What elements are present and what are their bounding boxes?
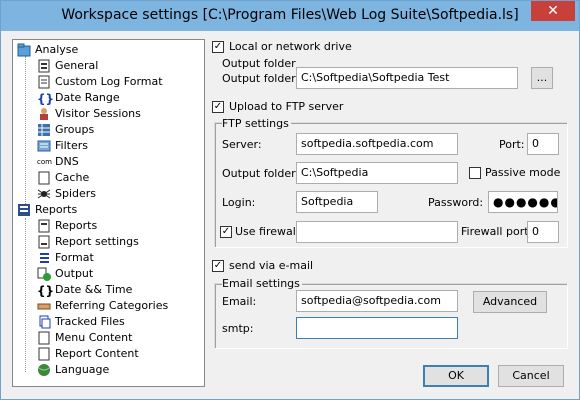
ftp-label: Upload to FTP server bbox=[229, 100, 344, 113]
tree-item-custom-log-format[interactable]: Custom Log Format bbox=[37, 74, 163, 90]
tree-item-referring-categories[interactable]: Referring Categories bbox=[37, 298, 168, 314]
tree-node-reports[interactable]: Reports bbox=[17, 202, 77, 218]
settings-tree: Analyse General Custom Log Format {}Date… bbox=[12, 39, 205, 387]
ftp-settings-label: FTP settings bbox=[222, 117, 291, 131]
tree-item-dns[interactable]: com DNS bbox=[37, 154, 79, 170]
smtp-input[interactable] bbox=[296, 317, 458, 339]
title-bar: Workspace settings [C:\Program Files\Web… bbox=[1, 1, 579, 31]
local-drive-label: Local or network drive bbox=[229, 40, 352, 53]
password-input[interactable]: ●●●●●●● bbox=[488, 191, 558, 213]
tree-item-cache[interactable]: Cache bbox=[37, 170, 89, 186]
firewall-port-input[interactable]: 0 bbox=[527, 221, 559, 243]
filter-icon bbox=[37, 139, 51, 153]
close-button[interactable]: ✕ bbox=[531, 1, 575, 21]
page-icon bbox=[37, 347, 51, 361]
files-icon bbox=[37, 315, 51, 329]
ftp-checkbox[interactable]: ✓ bbox=[212, 101, 224, 113]
use-firewall-label: Use firewall bbox=[235, 225, 299, 238]
list-icon bbox=[37, 251, 51, 265]
login-label: Login: bbox=[222, 196, 256, 209]
analyse-folder-icon bbox=[17, 43, 31, 57]
ftp-output-folder-input[interactable]: C:\Softpedia bbox=[296, 162, 458, 184]
braces-icon: {} bbox=[37, 92, 55, 106]
window-title: Workspace settings [C:\Program Files\Web… bbox=[61, 7, 519, 23]
port-label: Port: bbox=[499, 138, 525, 151]
password-label: Password: bbox=[428, 196, 484, 209]
braces-icon: {} bbox=[37, 284, 55, 298]
passive-mode-label: Passive mode bbox=[485, 166, 561, 179]
settings-window: Workspace settings [C:\Program Files\Web… bbox=[0, 0, 580, 400]
output-folder-group-label: Output folder bbox=[222, 57, 296, 70]
email-input[interactable]: softpedia@softpedia.com bbox=[296, 290, 458, 312]
tree-item-visitor-sessions[interactable]: Visitor Sessions bbox=[37, 106, 141, 122]
tree-item-language[interactable]: Language bbox=[37, 362, 109, 378]
spider-icon bbox=[37, 187, 51, 201]
output-folder-input[interactable]: C:\Softpedia\Softpedia Test bbox=[296, 67, 518, 89]
globe-icon bbox=[37, 363, 51, 377]
settings-page-icon bbox=[37, 219, 51, 233]
email-checkbox-label: send via e-mail bbox=[229, 259, 314, 272]
email-label: Email: bbox=[222, 295, 257, 308]
server-input[interactable]: softpedia.softpedia.com bbox=[296, 133, 458, 155]
tree-item-menu-content[interactable]: Menu Content bbox=[37, 330, 132, 346]
tree-item-spiders[interactable]: Spiders bbox=[37, 186, 96, 202]
firewall-port-label: Firewall port: bbox=[461, 225, 533, 238]
document-icon bbox=[37, 75, 51, 89]
smtp-label: smtp: bbox=[222, 322, 254, 335]
use-firewall-checkbox[interactable]: ✓ bbox=[220, 226, 232, 238]
page-icon bbox=[37, 331, 51, 345]
cancel-button[interactable]: Cancel bbox=[498, 365, 564, 387]
reports-icon bbox=[17, 203, 31, 217]
output-folder-label: Output folder: bbox=[222, 72, 300, 85]
tree-item-reports[interactable]: Reports bbox=[37, 218, 97, 234]
tree-item-report-content[interactable]: Report Content bbox=[37, 346, 139, 362]
settings-page-icon bbox=[37, 235, 51, 249]
ftp-output-folder-label: Output folder: bbox=[222, 167, 300, 180]
output-icon bbox=[37, 267, 51, 281]
tree-item-date-range[interactable]: {}Date Range bbox=[37, 90, 120, 106]
tree-item-output[interactable]: Output bbox=[37, 266, 93, 282]
passive-mode-checkbox[interactable] bbox=[469, 167, 481, 179]
email-checkbox[interactable]: ✓ bbox=[212, 260, 224, 272]
settings-page-icon bbox=[37, 59, 51, 73]
email-settings-label: Email settings bbox=[222, 277, 302, 291]
advanced-button[interactable]: Advanced bbox=[473, 291, 547, 313]
user-icon bbox=[37, 107, 51, 121]
firewall-input[interactable] bbox=[296, 221, 458, 243]
tree-item-tracked-files[interactable]: Tracked Files bbox=[37, 314, 125, 330]
browse-button[interactable]: ... bbox=[531, 67, 553, 89]
server-label: Server: bbox=[222, 138, 262, 151]
tree-item-date-time[interactable]: {}Date && Time bbox=[37, 282, 132, 298]
ok-button[interactable]: OK bbox=[423, 365, 489, 387]
dns-icon: com bbox=[37, 158, 52, 166]
tree-item-general[interactable]: General bbox=[37, 58, 98, 74]
grid-icon bbox=[37, 123, 51, 137]
port-input[interactable]: 0 bbox=[527, 133, 559, 155]
tree-item-format[interactable]: Format bbox=[37, 250, 94, 266]
tree-item-report-settings[interactable]: Report settings bbox=[37, 234, 139, 250]
tree-node-analyse[interactable]: Analyse bbox=[17, 42, 78, 58]
handshake-icon bbox=[37, 299, 51, 313]
tree-item-groups[interactable]: Groups bbox=[37, 122, 94, 138]
login-input[interactable]: Softpedia bbox=[296, 191, 378, 213]
local-drive-checkbox[interactable]: ✓ bbox=[212, 41, 224, 53]
tree-item-filters[interactable]: Filters bbox=[37, 138, 88, 154]
page-icon bbox=[37, 171, 51, 185]
